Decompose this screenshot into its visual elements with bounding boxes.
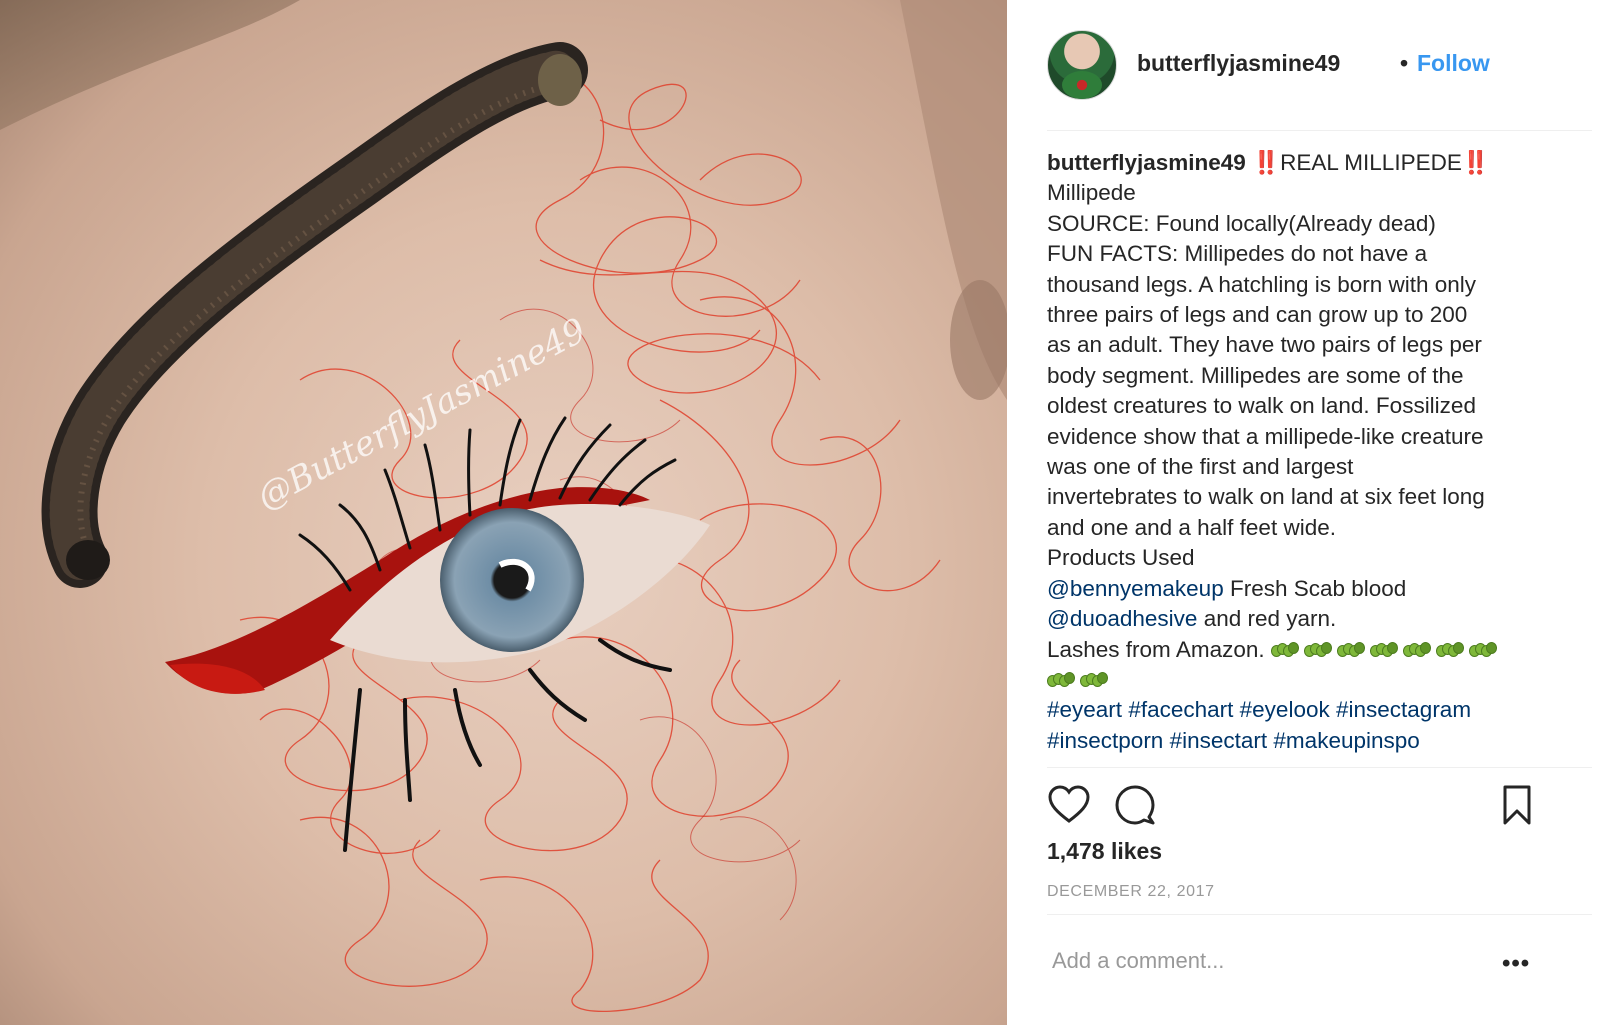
caterpillar-emoji-icon [1047,671,1075,689]
follow-button[interactable]: Follow [1417,50,1490,77]
caption-line: evidence show that a millipede-like crea… [1047,423,1484,449]
caption-mention-line: @bennyemakeup Fresh Scab blood [1047,574,1547,604]
caption-line: three pairs of legs and can grow up to 2… [1047,302,1468,328]
caption-line: invertebrates to walk on land at six fee… [1047,484,1485,510]
post-caption: butterflyjasmine49 ‼️REAL MILLIPEDE‼️ Mi… [1047,148,1547,768]
hashtag-link[interactable]: #eyelook [1240,697,1330,722]
caption-first-line: butterflyjasmine49 ‼️REAL MILLIPEDE‼️ [1047,148,1547,178]
more-options-button[interactable]: ••• [1502,950,1530,978]
comment-icon [1115,785,1155,825]
post-actions [1047,783,1592,827]
caterpillar-emoji-icon [1402,641,1431,659]
bookmark-icon [1503,785,1531,825]
caption-text: Fresh Scab blood [1223,575,1407,601]
caterpillar-emoji-icon [1336,641,1365,659]
caterpillar-emoji-icon [1080,671,1108,689]
caption-emoji-line [1047,665,1547,695]
double-exclamation-icon: ‼️ [1252,150,1281,175]
caption-text: and red yarn. [1197,606,1337,632]
heart-icon [1048,785,1090,823]
caterpillar-emoji-icon [1270,641,1299,659]
caption-headline: REAL MILLIPEDE [1280,150,1462,175]
caption-line: body segment. Millipedes are some of the [1047,362,1464,388]
hashtag-link[interactable]: #insectagram [1336,697,1471,722]
caption-line: thousand legs. A hatchling is born with … [1047,271,1477,297]
caption-line: Millipede [1047,180,1136,206]
post-side-panel: butterflyjasmine49 • Follow butterflyjas… [1007,0,1600,1025]
likes-count[interactable]: 1,478 likes [1047,838,1162,865]
caterpillar-emoji-icon [1369,641,1398,659]
mention-link[interactable]: @bennyemakeup [1047,576,1224,601]
hashtag-link[interactable]: #makeupinspo [1273,728,1419,753]
caption-line: oldest creatures to walk on land. Fossil… [1047,393,1476,419]
header-separator: • [1400,50,1409,76]
caterpillar-emoji-icon [1435,641,1464,659]
hashtag-line: #insectporn #insectart #makeupinspo [1047,726,1547,756]
caption-mention-line: @duoadhesive and red yarn. [1047,604,1547,634]
hashtag-link[interactable]: #insectporn [1047,728,1163,753]
hashtag-link[interactable]: #insectart [1170,728,1268,753]
mention-link[interactable]: @duoadhesive [1047,606,1197,631]
post-date[interactable]: DECEMBER 22, 2017 [1047,883,1215,901]
caption-username[interactable]: butterflyjasmine49 [1047,150,1246,175]
caterpillar-emoji-icon [1468,641,1497,659]
hashtag-link[interactable]: #eyeart [1047,697,1122,722]
divider [1047,767,1592,768]
post-photo[interactable]: @ButterflyJasmine49 [0,0,1007,1025]
caption-line: and one and a half feet wide. [1047,514,1336,540]
hashtag-line: #eyeart #facechart #eyelook #insectagram [1047,695,1547,725]
caption-line: was one of the first and largest [1047,454,1354,480]
divider [1047,914,1592,915]
caterpillar-emoji-icon [1303,641,1332,659]
caption-line: FUN FACTS: Millipedes do not have a [1047,241,1428,267]
post-header: butterflyjasmine49 • Follow [1047,30,1592,131]
comment-button[interactable] [1113,783,1157,827]
like-button[interactable] [1047,783,1091,827]
hashtag-link[interactable]: #facechart [1128,697,1233,722]
comment-input[interactable]: Add a comment... [1052,948,1224,974]
header-username[interactable]: butterflyjasmine49 [1137,50,1340,77]
photo-illustration [0,0,1007,1012]
caption-text: Lashes from Amazon. [1047,636,1265,662]
caption-lashes-line: Lashes from Amazon. [1047,635,1547,665]
save-button[interactable] [1495,783,1539,827]
caption-line: SOURCE: Found locally(Already dead) [1047,210,1436,236]
double-exclamation-icon: ‼️ [1461,150,1490,175]
caption-line: Products Used [1047,545,1195,571]
avatar[interactable] [1047,30,1117,100]
caption-line: as an adult. They have two pairs of legs… [1047,332,1482,358]
